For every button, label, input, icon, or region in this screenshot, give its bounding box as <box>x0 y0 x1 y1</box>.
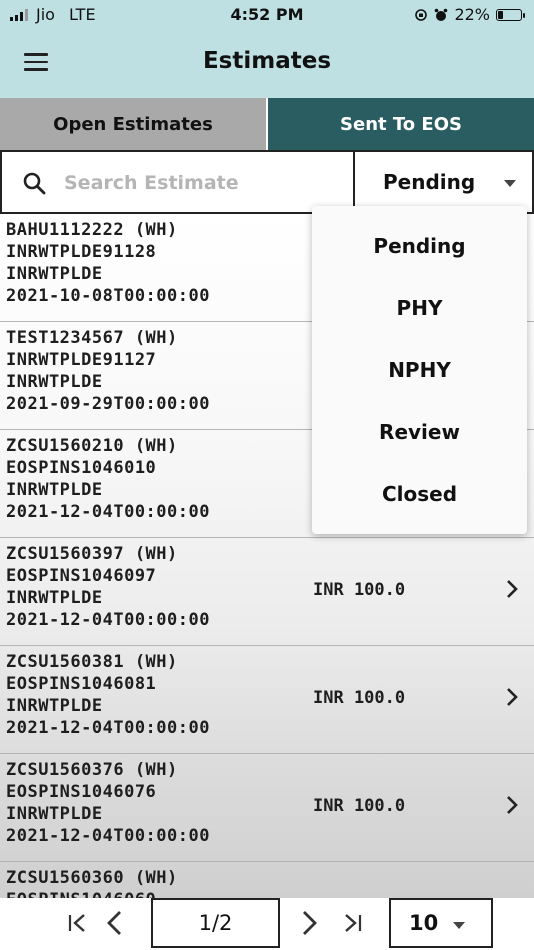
battery-icon <box>496 8 525 21</box>
estimate-line2: INRWTPLDE91128 <box>6 242 157 262</box>
last-page-icon[interactable] <box>338 908 368 938</box>
estimate-details: ZCSU1560360 (WH)EOSPINS1046060 <box>6 867 178 898</box>
dropdown-option-review[interactable]: Review <box>312 401 527 463</box>
chevron-right-icon[interactable] <box>505 686 519 708</box>
tab-bar: Open Estimates Sent To EOS <box>0 98 534 150</box>
estimate-details: BAHU1112222 (WH) INRWTPLDE91128 INRWTPLDE 2… <box>6 219 210 307</box>
chevron-down-icon <box>453 922 465 929</box>
estimate-line4: 2021-12-04T00:00:00 <box>6 502 210 522</box>
alarm-icon <box>435 8 448 21</box>
search-icon <box>23 172 46 195</box>
dropdown-option-nphy[interactable]: NPHY <box>312 339 527 401</box>
estimate-line2: EOSPINS1046060 <box>6 889 178 898</box>
estimate-line4: 2021-12-04T00:00:00 <box>6 826 210 846</box>
estimate-row[interactable]: ZCSU1560381 (WH) EOSPINS1046081 INRWTPLDE 2… <box>0 646 534 754</box>
estimate-line3: INRWTPLDE <box>6 588 103 608</box>
status-bar: Jio LTE 4:52 PM 22% <box>0 0 534 30</box>
estimate-details: ZCSU1560376 (WH) EOSPINS1046076 INRWTPLDE 2… <box>6 759 210 847</box>
estimate-line2: EOSPINS1046010 <box>6 458 157 478</box>
estimate-line2: INRWTPLDE91127 <box>6 350 157 370</box>
dropdown-option-pending[interactable]: Pending <box>312 215 527 277</box>
pagination-bar: 1/2 10 <box>0 898 534 950</box>
estimate-line1: ZCSU1560381 (WH) <box>6 652 178 672</box>
search-box <box>0 150 355 214</box>
status-filter-select[interactable]: Pending <box>355 150 534 214</box>
tab-sent-to-eos[interactable]: Sent To EOS <box>268 98 534 150</box>
estimate-row[interactable]: ZCSU1560376 (WH) EOSPINS1046076 INRWTPLDE 2… <box>0 754 534 862</box>
estimate-line3: INRWTPLDE <box>6 804 103 824</box>
dropdown-option-closed[interactable]: Closed <box>312 463 527 525</box>
estimate-row[interactable]: ZCSU1560397 (WH) EOSPINS1046097 INRWTPLDE 2… <box>0 538 534 646</box>
estimate-line2: EOSPINS1046081 <box>6 674 157 694</box>
estimate-details: ZCSU1560381 (WH) EOSPINS1046081 INRWTPLDE 2… <box>6 651 210 739</box>
search-filter-row: Pending <box>0 150 534 214</box>
estimate-line1: BAHU1112222 (WH) <box>6 220 178 240</box>
estimate-line3: INRWTPLDE <box>6 696 103 716</box>
estimate-line2: EOSPINS1046097 <box>6 566 157 586</box>
estimate-details: ZCSU1560210 (WH) EOSPINS1046010 INRWTPLDE 2… <box>6 435 210 523</box>
page-size-select[interactable]: 10 <box>389 898 493 948</box>
estimate-amount: INR 100.0 <box>313 580 406 600</box>
estimate-line1: ZCSU1560360 (WH) <box>6 868 178 888</box>
page-indicator: 1/2 <box>151 898 280 948</box>
estimate-row[interactable]: ZCSU1560360 (WH)EOSPINS1046060 <box>0 862 534 898</box>
app-header: Estimates <box>0 30 534 98</box>
estimate-line1: TEST1234567 (WH) <box>6 328 178 348</box>
page-title: Estimates <box>202 48 332 74</box>
first-page-icon[interactable] <box>62 908 92 938</box>
estimate-line3: INRWTPLDE <box>6 372 103 392</box>
estimate-line3: INRWTPLDE <box>6 264 103 284</box>
estimate-line4: 2021-10-08T00:00:00 <box>6 286 210 306</box>
orientation-lock-icon <box>415 8 428 21</box>
estimate-details: ZCSU1560397 (WH) EOSPINS1046097 INRWTPLDE 2… <box>6 543 210 631</box>
next-page-icon[interactable] <box>294 908 324 938</box>
estimate-amount: INR 100.0 <box>313 796 406 816</box>
estimate-amount: INR 100.0 <box>313 688 406 708</box>
chevron-down-icon <box>504 180 516 187</box>
chevron-right-icon[interactable] <box>505 794 519 816</box>
estimate-line4: 2021-12-04T00:00:00 <box>6 610 210 630</box>
dropdown-option-phy[interactable]: PHY <box>312 277 527 339</box>
previous-page-icon[interactable] <box>100 908 130 938</box>
status-dropdown-menu: Pending PHY NPHY Review Closed <box>312 206 527 534</box>
battery-percent: 22% <box>454 5 490 24</box>
estimate-details: TEST1234567 (WH) INRWTPLDE91127 INRWTPLDE 2… <box>6 327 210 415</box>
estimate-line2: EOSPINS1046076 <box>6 782 157 802</box>
estimate-line4: 2021-12-04T00:00:00 <box>6 718 210 738</box>
estimate-line3: INRWTPLDE <box>6 480 103 500</box>
estimate-line1: ZCSU1560376 (WH) <box>6 760 178 780</box>
estimate-line1: ZCSU1560210 (WH) <box>6 436 178 456</box>
estimate-line4: 2021-09-29T00:00:00 <box>6 394 210 414</box>
tab-open-estimates[interactable]: Open Estimates <box>0 98 268 150</box>
search-input[interactable] <box>62 164 346 202</box>
page-size-value: 10 <box>409 911 439 935</box>
chevron-right-icon[interactable] <box>505 578 519 600</box>
status-filter-value: Pending <box>383 170 476 194</box>
estimate-line1: ZCSU1560397 (WH) <box>6 544 178 564</box>
